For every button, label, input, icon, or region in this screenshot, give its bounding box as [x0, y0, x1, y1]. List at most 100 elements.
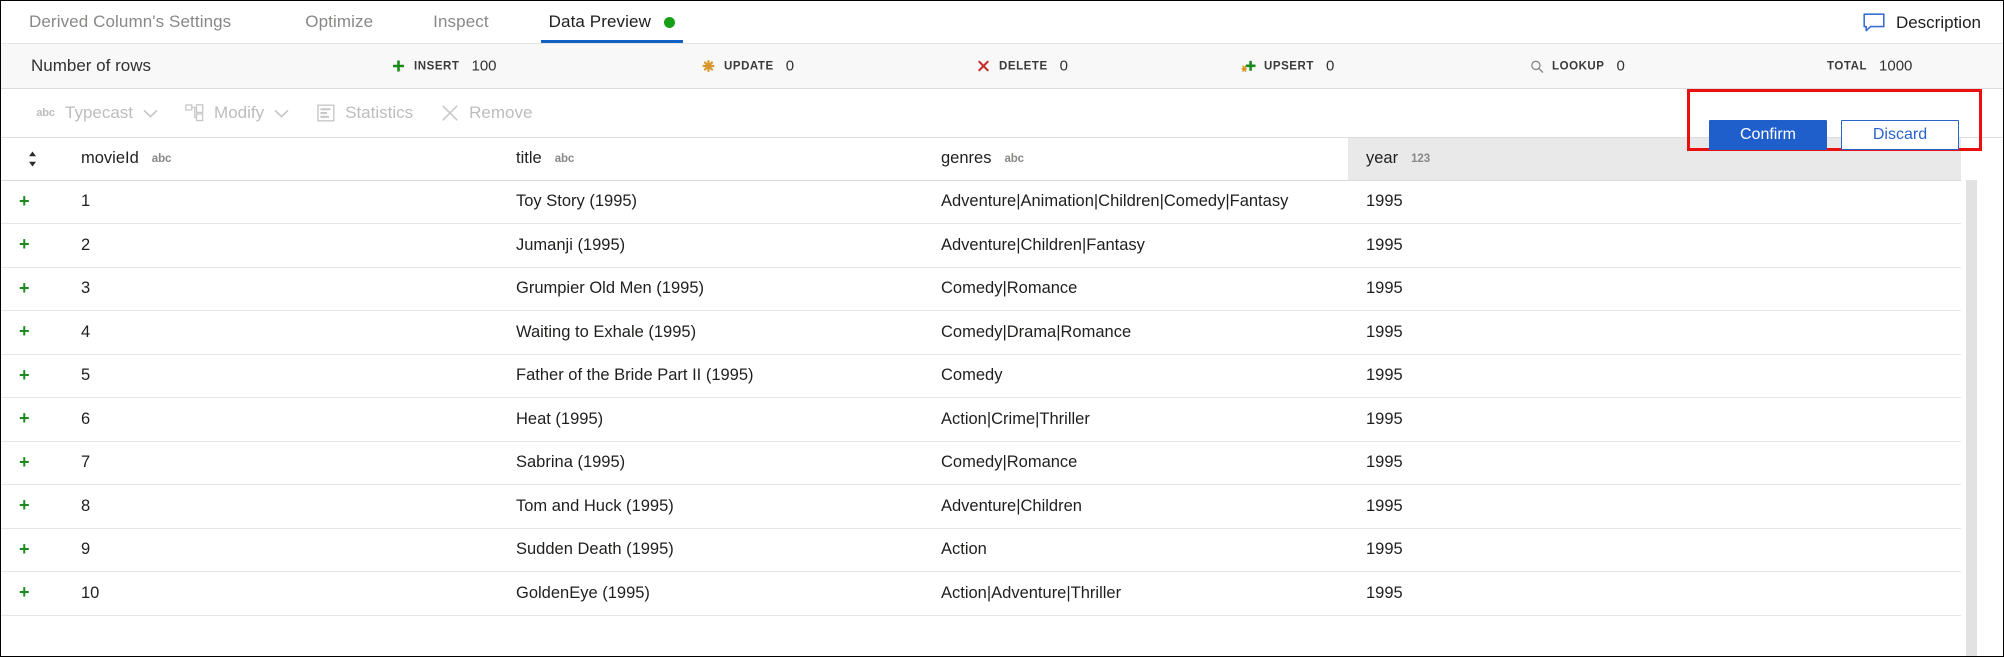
table-row[interactable]: +9Sudden Death (1995)Action1995: [1, 528, 1961, 572]
cross-icon: [976, 59, 991, 74]
stat-label: DELETE: [999, 60, 1048, 72]
stat-label: UPSERT: [1264, 60, 1314, 72]
cell-genres: Adventure|Animation|Children|Comedy|Fant…: [923, 180, 1348, 224]
data-preview-panel: Derived Column's Settings Optimize Inspe…: [0, 0, 2004, 657]
total-value: 1000: [1879, 58, 1912, 75]
bar-chart-icon: [315, 104, 336, 122]
magnifier-icon: [1529, 59, 1544, 74]
row-insert-marker: +: [1, 267, 63, 311]
cell-movieid: 9: [63, 528, 498, 572]
hierarchy-icon: [184, 104, 205, 122]
active-tab-underline: [541, 40, 683, 43]
plus-icon: +: [19, 409, 30, 427]
cell-title: Toy Story (1995): [498, 180, 923, 224]
green-status-dot-icon: [664, 17, 675, 28]
stat-lookup: LOOKUP 0: [1529, 58, 1625, 75]
table-row[interactable]: +3Grumpier Old Men (1995)Comedy|Romance1…: [1, 267, 1961, 311]
cell-genres: Comedy: [923, 354, 1348, 398]
table-row[interactable]: +7Sabrina (1995)Comedy|Romance1995: [1, 441, 1961, 485]
cell-year: 1995: [1348, 485, 1961, 529]
column-header-sort[interactable]: [1, 138, 63, 180]
cell-genres: Adventure|Children|Fantasy: [923, 224, 1348, 268]
asterisk-icon: [701, 59, 716, 74]
table-header-row: movieId abc title abc genres abc: [1, 138, 1961, 180]
typecast-button[interactable]: abc Typecast: [35, 103, 158, 123]
scroll-gutter: [1977, 138, 2003, 657]
tab-label: Inspect: [433, 12, 489, 32]
close-icon: [439, 104, 460, 122]
cell-genres: Comedy|Drama|Romance: [923, 311, 1348, 355]
tab-label: Derived Column's Settings: [29, 12, 231, 32]
remove-button[interactable]: Remove: [439, 103, 532, 123]
cell-movieid: 4: [63, 311, 498, 355]
plus-icon: +: [19, 540, 30, 558]
statistics-button[interactable]: Statistics: [315, 103, 413, 123]
confirm-button[interactable]: Confirm: [1709, 120, 1827, 150]
table-row[interactable]: +6Heat (1995)Action|Crime|Thriller1995: [1, 398, 1961, 442]
stat-upsert: UPSERT 0: [1241, 58, 1334, 75]
cell-genres: Comedy|Romance: [923, 441, 1348, 485]
cell-year: 1995: [1348, 398, 1961, 442]
stat-total: TOTAL 1000: [1827, 58, 1912, 75]
plus-icon: +: [19, 366, 30, 384]
abc-icon: abc: [35, 104, 56, 122]
vertical-scrollbar[interactable]: [1966, 180, 1977, 657]
cell-year: 1995: [1348, 572, 1961, 616]
data-grid: movieId abc title abc genres abc: [1, 137, 2003, 657]
column-header-genres[interactable]: genres abc: [923, 138, 1348, 180]
cell-genres: Comedy|Romance: [923, 267, 1348, 311]
column-name: movieId: [81, 149, 139, 168]
cell-title: Sabrina (1995): [498, 441, 923, 485]
cell-title: Jumanji (1995): [498, 224, 923, 268]
column-header-title[interactable]: title abc: [498, 138, 923, 180]
table-row[interactable]: +1Toy Story (1995)Adventure|Animation|Ch…: [1, 180, 1961, 224]
column-name: year: [1366, 149, 1398, 168]
stat-value: 0: [1060, 58, 1068, 75]
tab-optimize[interactable]: Optimize: [275, 1, 403, 43]
description-button[interactable]: Description: [1863, 1, 1981, 44]
stat-update: UPDATE 0: [701, 58, 794, 75]
cell-title: Grumpier Old Men (1995): [498, 267, 923, 311]
cell-movieid: 7: [63, 441, 498, 485]
cell-title: Waiting to Exhale (1995): [498, 311, 923, 355]
modify-button[interactable]: Modify: [184, 103, 289, 123]
table-row[interactable]: +8Tom and Huck (1995)Adventure|Children1…: [1, 485, 1961, 529]
row-insert-marker: +: [1, 528, 63, 572]
cell-movieid: 5: [63, 354, 498, 398]
cell-year: 1995: [1348, 528, 1961, 572]
stat-value: 0: [786, 58, 794, 75]
cell-movieid: 3: [63, 267, 498, 311]
plus-icon: [391, 59, 406, 74]
stat-value: 0: [1326, 58, 1334, 75]
tab-derived-column-settings[interactable]: Derived Column's Settings: [29, 1, 275, 43]
cell-genres: Action: [923, 528, 1348, 572]
preview-table: movieId abc title abc genres abc: [1, 138, 1961, 616]
cell-genres: Adventure|Children: [923, 485, 1348, 529]
column-header-movieid[interactable]: movieId abc: [63, 138, 498, 180]
stat-delete: DELETE 0: [976, 58, 1068, 75]
tab-label: Data Preview: [549, 12, 651, 32]
row-insert-marker: +: [1, 441, 63, 485]
table-row[interactable]: +5Father of the Bride Part II (1995)Come…: [1, 354, 1961, 398]
table-row[interactable]: +10GoldenEye (1995)Action|Adventure|Thri…: [1, 572, 1961, 616]
table-row[interactable]: +4Waiting to Exhale (1995)Comedy|Drama|R…: [1, 311, 1961, 355]
cell-movieid: 8: [63, 485, 498, 529]
row-insert-marker: +: [1, 311, 63, 355]
plus-icon: +: [19, 453, 30, 471]
tab-label: Optimize: [305, 12, 373, 32]
table-row[interactable]: +2Jumanji (1995)Adventure|Children|Fanta…: [1, 224, 1961, 268]
discard-button[interactable]: Discard: [1841, 120, 1959, 150]
cell-year: 1995: [1348, 441, 1961, 485]
plus-icon: +: [19, 279, 30, 297]
tab-data-preview[interactable]: Data Preview: [519, 1, 705, 43]
plus-icon: +: [19, 192, 30, 210]
column-type-badge: abc: [1004, 153, 1024, 165]
cell-movieid: 10: [63, 572, 498, 616]
tab-inspect[interactable]: Inspect: [403, 1, 519, 43]
tab-bar: Derived Column's Settings Optimize Inspe…: [1, 1, 2003, 44]
cell-genres: Action|Adventure|Thriller: [923, 572, 1348, 616]
stat-label: INSERT: [414, 60, 459, 72]
remove-label: Remove: [469, 103, 532, 123]
column-type-badge: abc: [152, 153, 172, 165]
plus-icon: +: [19, 322, 30, 340]
